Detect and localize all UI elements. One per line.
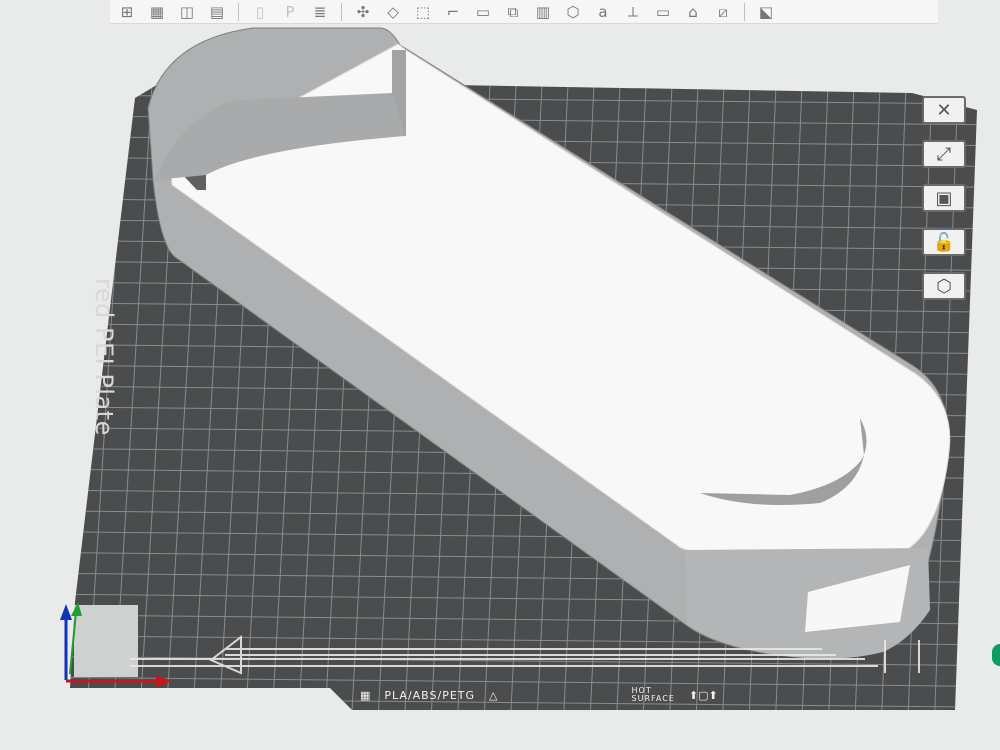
cut-disabled-icon[interactable]: ▯ [247,1,273,23]
edge-status-indicator [992,644,1000,666]
lock-icon[interactable]: 🔓 [922,228,966,256]
3d-viewport[interactable] [0,0,1000,750]
rotate-icon[interactable]: ◇ [380,1,406,23]
view-icon[interactable]: ⬕ [753,1,779,23]
layout-icon[interactable]: ▣ [922,184,966,212]
layers-icon[interactable]: ≣ [307,1,333,23]
assembly-icon[interactable]: ▭ [650,1,676,23]
cut-icon[interactable]: ▭ [470,1,496,23]
toolbar-separator [744,2,745,21]
warning-icon: △ [489,688,498,702]
toolbar-separator [238,2,239,21]
add-object-icon[interactable]: ⊞ [114,1,140,23]
hot-surface-label: HOT SURFACE [631,686,675,703]
orient-icon[interactable]: ◫ [174,1,200,23]
settings-hex-icon[interactable]: ⬡ [922,272,966,300]
paint-disabled-icon[interactable]: P [277,1,303,23]
boolean-icon[interactable]: ⧉ [500,1,526,23]
right-toolbar: ✕ ⤢ ▣ 🔓 ⬡ [918,96,970,316]
origin-area [74,605,138,677]
auto-arrange-icon[interactable]: ⤢ [922,140,966,168]
add-plate-icon[interactable]: ▦ [144,1,170,23]
arrange-icon[interactable]: ▤ [204,1,230,23]
top-toolbar: ⊞ ▦ ◫ ▤ ▯ P ≣ ✣ ◇ ⬚ ⌐ ▭ ⧉ ▥ ⬡ a ⟂ ▭ ⌂ ⧄ ⬕ [110,0,938,24]
move-icon[interactable]: ✣ [350,1,376,23]
plate-arrows-icon: ⬆▢⬆ [688,688,718,702]
plate-type-label: red PEI Plate [90,278,118,436]
split-icon[interactable]: ⧄ [710,1,736,23]
plate-footer-strip: ▦ PLA/ABS/PETG △ HOT SURFACE ⬆▢⬆ [360,685,960,705]
support-paint-icon[interactable]: ▥ [530,1,556,23]
seam-paint-icon[interactable]: ⬡ [560,1,586,23]
close-icon[interactable]: ✕ [922,96,966,124]
grid-line-h [60,719,990,728]
scale-icon[interactable]: ⬚ [410,1,436,23]
lay-flat-icon[interactable]: ⌐ [440,1,466,23]
text-icon[interactable]: a [590,1,616,23]
toolbar-separator [341,2,342,21]
variable-layer-icon[interactable]: ⌂ [680,1,706,23]
material-icon: ▦ [360,688,371,702]
material-label: PLA/ABS/PETG [384,688,476,702]
measure-icon[interactable]: ⟂ [620,1,646,23]
